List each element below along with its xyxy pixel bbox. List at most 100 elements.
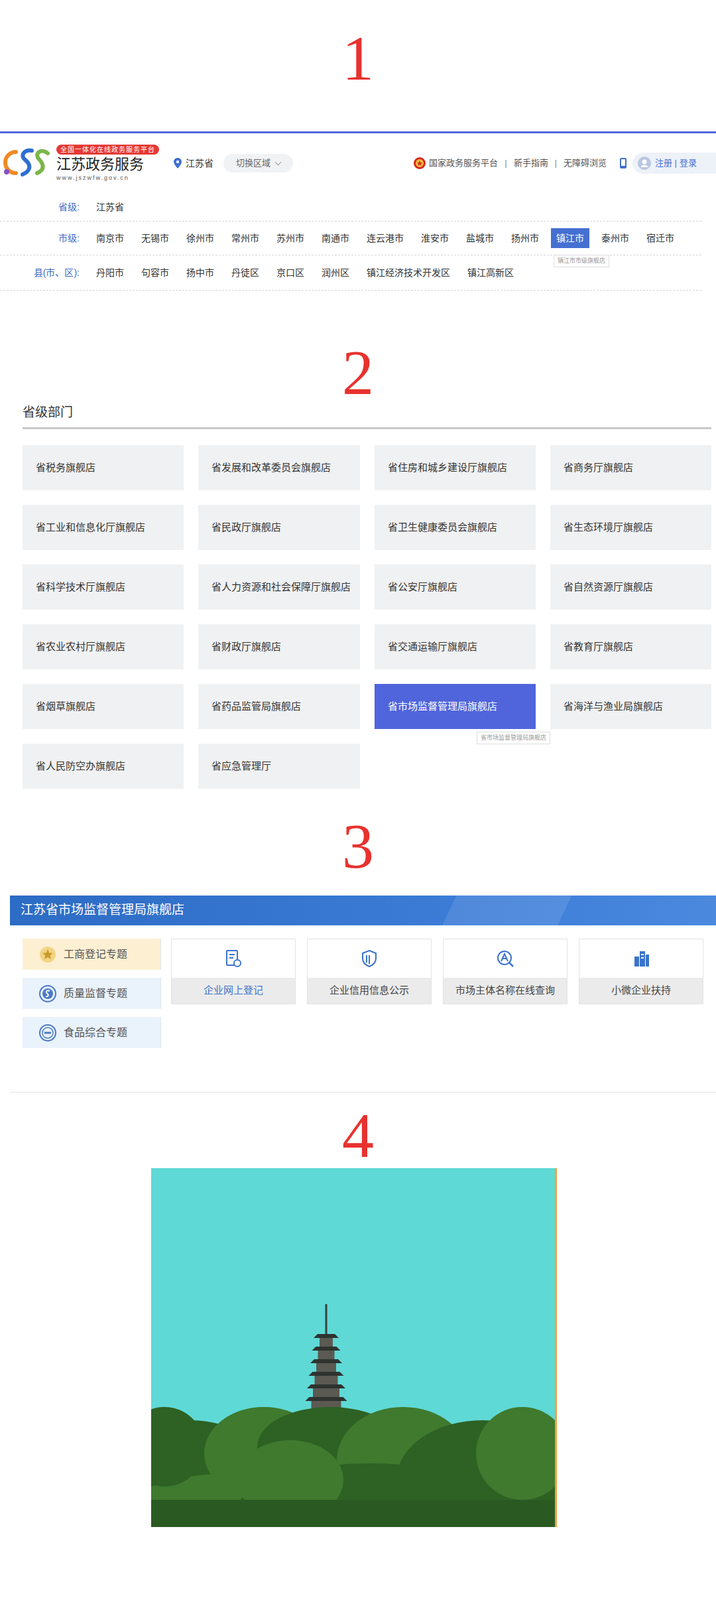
- top-link[interactable]: 新手指南: [513, 156, 549, 170]
- service-label: 市场主体名称在线查询: [455, 982, 555, 998]
- region-item-label: 润州区: [321, 267, 350, 278]
- section-number-block: 2: [0, 290, 716, 401]
- top-link[interactable]: 无障碍浏览: [563, 156, 607, 170]
- region-item[interactable]: 丹徒区: [226, 262, 265, 283]
- service-card[interactable]: 企业信用信息公示: [306, 938, 432, 1004]
- department-label: 省人力资源和社会保障厅旗舰店: [211, 579, 351, 595]
- service-icon-area: [307, 938, 431, 978]
- region-item-label: 丹阳市: [96, 267, 124, 278]
- region-item[interactable]: 镇江高新区: [462, 262, 520, 283]
- department-label: 省应急管理厅: [211, 758, 272, 774]
- region-item[interactable]: 丹阳市: [90, 262, 130, 283]
- department-tile[interactable]: 省公安厅旗舰店: [374, 564, 536, 610]
- region-item-label: 镇江高新区: [467, 267, 514, 278]
- city-poster: [151, 1167, 557, 1527]
- platform-badge: 全国一体化在线政务服务平台: [56, 144, 160, 155]
- region-item-label: 南京市: [96, 232, 124, 244]
- site-url: www.jszwfw.gov.cn: [56, 174, 130, 182]
- region-item-label: 京口区: [276, 267, 305, 278]
- service-label-band: 小微企业扶持: [579, 977, 703, 1004]
- region-item[interactable]: 江苏省: [90, 196, 130, 217]
- department-tile[interactable]: 省卫生健康委员会旗舰店: [374, 504, 536, 550]
- service-list: 企业网上登记企业信用信息公示 市场主体名称在线查询 小微企业扶持: [171, 938, 704, 1004]
- region-item-label: 南通市: [321, 232, 350, 244]
- region-item[interactable]: 京口区: [271, 262, 310, 283]
- department-tile[interactable]: 省人力资源和社会保障厅旗舰店: [198, 564, 360, 610]
- department-tile[interactable]: 省农业农村厅旗舰店: [22, 623, 184, 669]
- section-divider: [9, 1091, 716, 1092]
- region-item[interactable]: 连云港市: [361, 228, 410, 248]
- department-tile[interactable]: 省市场监督管理局旗舰店省市场监督管理局旗舰店: [374, 683, 536, 729]
- department-tile[interactable]: 省教育厅旗舰店: [550, 623, 712, 669]
- service-card[interactable]: 小微企业扶持: [578, 938, 704, 1004]
- region-item[interactable]: 常州市: [226, 228, 265, 248]
- department-tile[interactable]: 省工业和信息化厅旗舰店: [22, 504, 184, 550]
- service-card[interactable]: 企业网上登记: [171, 938, 296, 1004]
- topic-tab[interactable]: 食品综合专题: [22, 1016, 162, 1048]
- page: 1全国一体化在线政务服务平台江苏政务服务www.jszwfw.gov.cn江苏省…: [0, 0, 716, 1527]
- link-separator: |: [554, 156, 557, 170]
- switch-region-button[interactable]: 切换区域: [223, 153, 294, 173]
- region-item[interactable]: 扬州市: [505, 228, 545, 248]
- region-item[interactable]: 宿迁市: [641, 228, 680, 248]
- departments-grid: 省税务旗舰店省发展和改革委员会旗舰店省住房和城乡建设厅旗舰店省商务厅旗舰店省工业…: [22, 444, 712, 789]
- department-tile[interactable]: 省财政厅旗舰店: [198, 623, 360, 669]
- site-logo[interactable]: 全国一体化在线政务服务平台江苏政务服务www.jszwfw.gov.cn: [0, 142, 160, 184]
- department-tile[interactable]: 省商务厅旗舰店: [550, 444, 712, 490]
- quality-seal-icon: [38, 983, 58, 1003]
- region-item[interactable]: 扬中市: [180, 262, 220, 283]
- region-selector: 江苏省切换区域: [173, 153, 294, 173]
- department-label: 省烟草旗舰店: [35, 698, 96, 715]
- mobile-phone-icon[interactable]: [619, 157, 628, 170]
- region-item[interactable]: 镇江市镇江市市级旗舰店: [550, 228, 590, 248]
- flagship-body: 工商登记专题质量监督专题食品综合专题企业网上登记企业信用信息公示 市场主体名称在线…: [0, 938, 716, 1048]
- logo-icon[interactable]: [0, 142, 52, 184]
- topic-tab[interactable]: 工商登记专题: [22, 938, 162, 970]
- department-label: 省工业和信息化厅旗舰店: [35, 519, 146, 536]
- login-register-label: 注册 | 登录: [655, 156, 697, 170]
- site-title: 江苏政务服务: [56, 155, 144, 174]
- department-label: 省生态环境厅旗舰店: [563, 519, 654, 536]
- department-tile[interactable]: 省民政厅旗舰店: [198, 504, 360, 550]
- region-item[interactable]: 润州区: [316, 262, 355, 283]
- topic-label: 工商登记专题: [63, 946, 128, 962]
- department-tile[interactable]: 省药品监管局旗舰店: [198, 683, 360, 729]
- food-seal-icon: [38, 1022, 58, 1042]
- department-tile[interactable]: 省海洋与渔业局旗舰店: [550, 683, 712, 729]
- user-icon: [637, 156, 652, 170]
- section-number: 4: [0, 1107, 716, 1163]
- region-item-label: 连云港市: [366, 232, 404, 244]
- buildings-icon: [631, 948, 652, 968]
- region-item[interactable]: 泰州市: [596, 228, 635, 248]
- department-tile[interactable]: 省税务旗舰店: [22, 444, 184, 490]
- region-item-label: 镇江市: [556, 232, 585, 244]
- region-item[interactable]: 淮安市: [415, 228, 455, 248]
- region-item[interactable]: 苏州市: [271, 228, 310, 248]
- department-tile[interactable]: 省烟草旗舰店: [22, 683, 184, 729]
- logo-text: 全国一体化在线政务服务平台江苏政务服务www.jszwfw.gov.cn: [56, 144, 160, 182]
- service-card[interactable]: 市场主体名称在线查询: [442, 938, 568, 1004]
- department-tile[interactable]: 省自然资源厅旗舰店: [550, 564, 712, 610]
- region-item[interactable]: 盐城市: [460, 228, 500, 248]
- department-tile[interactable]: 省应急管理厅: [198, 743, 360, 789]
- region-item-label: 宿迁市: [646, 232, 675, 244]
- region-item-label: 常州市: [231, 232, 260, 244]
- top-link[interactable]: 国家政务服务平台: [428, 156, 498, 170]
- region-item[interactable]: 南通市: [316, 228, 355, 248]
- region-item[interactable]: 句容市: [135, 262, 175, 283]
- department-tile[interactable]: 省交通运输厅旗舰店: [374, 623, 536, 669]
- department-tile[interactable]: 省发展和改革委员会旗舰店: [198, 444, 360, 490]
- department-tile[interactable]: 省人民防空办旗舰店: [22, 743, 184, 789]
- region-item[interactable]: 南京市: [90, 228, 130, 248]
- service-icon-area: [579, 938, 703, 978]
- service-label: 企业信用信息公示: [329, 982, 410, 998]
- department-tile[interactable]: 省生态环境厅旗舰店: [550, 504, 712, 550]
- region-item[interactable]: 镇江经济技术开发区: [361, 262, 456, 283]
- department-tile[interactable]: 省科学技术厅旗舰店: [22, 564, 184, 610]
- region-item[interactable]: 徐州市: [180, 228, 220, 248]
- topic-tab[interactable]: 质量监督专题: [22, 977, 162, 1009]
- login-register-button[interactable]: 注册 | 登录: [632, 152, 716, 174]
- region-item[interactable]: 无锡市: [135, 228, 175, 248]
- region-item-label: 徐州市: [186, 232, 215, 244]
- department-tile[interactable]: 省住房和城乡建设厅旗舰店: [374, 444, 536, 490]
